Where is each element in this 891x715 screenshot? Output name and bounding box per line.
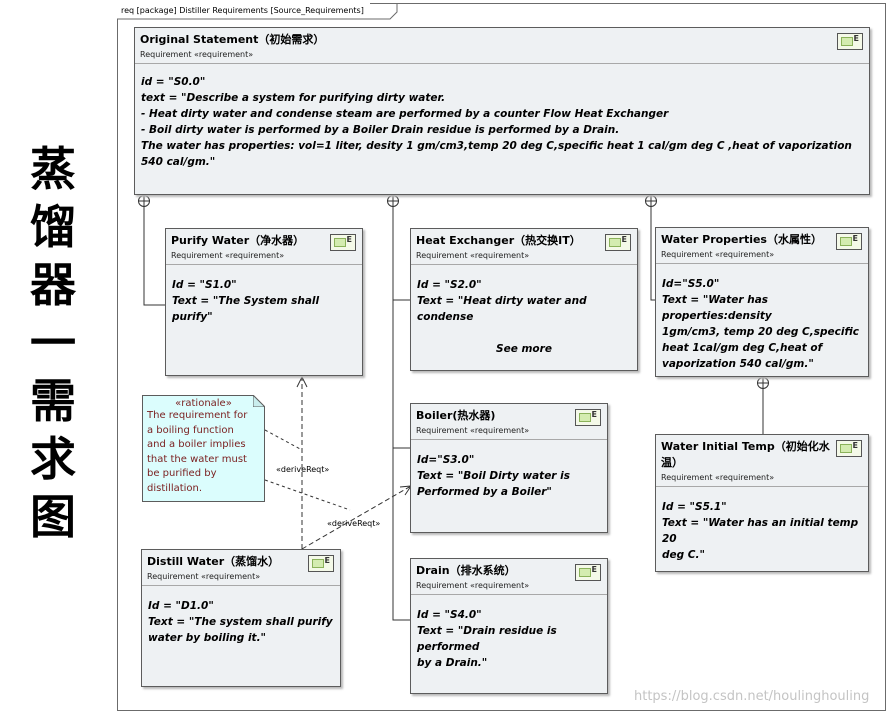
rationale-line: The requirement for xyxy=(147,410,248,421)
requirement-water-initial-temp[interactable]: Water Initial Temp（初始化水 温） Requirement «… xyxy=(655,434,869,572)
requirement-name: Heat Exchanger（热交换IT） xyxy=(416,234,581,247)
requirement-line: Id="S3.0" xyxy=(417,454,475,466)
derive-distill-purify xyxy=(296,375,308,549)
containment-original-purify xyxy=(138,195,166,306)
requirement-name: Water Properties（水属性） xyxy=(661,233,822,246)
requirement-stereotype: Requirement «requirement» xyxy=(416,251,530,260)
requirement-line: heat 1cal/gm deg C,heat of xyxy=(662,342,823,354)
requirement-icon: E xyxy=(836,233,862,250)
requirement-heat-exchanger[interactable]: Heat Exchanger（热交换IT） Requirement «requi… xyxy=(410,228,638,371)
requirement-line: vaporization 540 cal/gm." xyxy=(662,358,814,370)
requirement-body: Id = "S2.0" Text = "Heat dirty water and… xyxy=(411,265,637,359)
requirement-line: Text = "Water has an initial temp 20 xyxy=(662,517,859,545)
derive-reqt-label: «deriveReqt» xyxy=(276,465,330,474)
requirement-body: Id = "S5.1" Text = "Water has an initial… xyxy=(656,487,868,567)
rationale-stereotype: «rationale» xyxy=(175,398,232,409)
requirement-purify-water[interactable]: Purify Water（净水器） Requirement «requireme… xyxy=(165,228,363,376)
requirement-drain[interactable]: Drain（排水系统） Requirement «requirement» E … xyxy=(410,558,608,694)
requirement-header: Original Statement（初始需求） Requirement «re… xyxy=(135,28,869,64)
requirement-line: Id="S5.0" xyxy=(662,278,720,290)
requirement-header: Distill Water（蒸馏水） Requirement «requirem… xyxy=(142,550,340,586)
rationale-line: distillation. xyxy=(147,482,203,494)
requirement-line: by a Drain." xyxy=(417,657,488,669)
requirement-header: Boiler(热水器) Requirement «requirement» E xyxy=(411,404,607,440)
requirement-body: Id="S3.0" Text = "Boil Dirty water is Pe… xyxy=(411,440,607,504)
containment-waterprops-temp xyxy=(757,377,769,434)
requirement-stereotype: Requirement «requirement» xyxy=(661,250,775,259)
requirement-line: water by boiling it." xyxy=(148,632,267,644)
requirement-body: Id = "S1.0" Text = "The System shall pur… xyxy=(166,265,362,329)
requirement-line: Id = "S2.0" xyxy=(417,279,482,291)
requirement-line: - Boil dirty water is performed by a Boi… xyxy=(141,124,620,136)
requirement-stereotype: Requirement «requirement» xyxy=(140,50,254,59)
requirement-icon: E xyxy=(330,234,356,251)
rationale-line: that the water must xyxy=(147,453,247,465)
requirement-line: deg C." xyxy=(662,549,705,561)
requirement-icon: E xyxy=(308,555,334,572)
note-fold-corner xyxy=(253,395,265,407)
watermark: https://blog.csdn.net/houlinghouling xyxy=(634,689,870,704)
requirement-line: - Heat dirty water and condense steam ar… xyxy=(141,108,669,120)
rationale-line: be purified by xyxy=(147,468,217,480)
requirement-body: Id = "D1.0" Text = "The system shall pur… xyxy=(142,586,340,650)
requirement-stereotype: Requirement «requirement» xyxy=(661,473,775,482)
requirement-boiler[interactable]: Boiler(热水器) Requirement «requirement» E … xyxy=(410,403,608,533)
requirement-line: text = "Describe a system for purifying … xyxy=(141,92,446,104)
requirement-stereotype: Requirement «requirement» xyxy=(171,251,285,260)
requirement-line: Text = "The system shall purify xyxy=(148,616,333,628)
requirement-line: The water has properties: vol=1 liter, d… xyxy=(141,140,852,168)
requirement-name-continued: 温） xyxy=(661,456,683,469)
requirement-icon: E xyxy=(575,409,601,426)
requirement-line: id = "S0.0" xyxy=(141,76,206,88)
rationale-line: a boiling function xyxy=(147,424,234,436)
requirement-distill-water[interactable]: Distill Water（蒸馏水） Requirement «requirem… xyxy=(141,549,341,687)
derive-reqt-label: «deriveReqt» xyxy=(327,519,381,528)
requirement-line: Text = "Water has properties:density xyxy=(662,294,772,322)
requirement-icon: E xyxy=(605,234,631,251)
requirement-name: Water Initial Temp（初始化水 xyxy=(661,440,830,453)
requirement-stereotype: Requirement «requirement» xyxy=(416,426,530,435)
requirement-line: Id = "S4.0" xyxy=(417,609,482,621)
requirement-water-properties[interactable]: Water Properties（水属性） Requirement «requi… xyxy=(655,227,869,377)
requirement-line: Id = "S1.0" xyxy=(172,279,237,291)
requirement-icon: E xyxy=(575,564,601,581)
requirement-body: id = "S0.0" text = "Describe a system fo… xyxy=(135,64,869,174)
requirement-line: Text = "Heat dirty water and condense xyxy=(417,295,587,323)
requirement-line: Id = "S5.1" xyxy=(662,501,727,513)
requirement-name: Distill Water（蒸馏水） xyxy=(147,555,280,568)
requirement-header: Drain（排水系统） Requirement «requirement» E xyxy=(411,559,607,595)
requirement-stereotype: Requirement «requirement» xyxy=(416,581,530,590)
requirement-header: Heat Exchanger（热交换IT） Requirement «requi… xyxy=(411,229,637,265)
requirement-body: Id = "S4.0" Text = "Drain residue is per… xyxy=(411,595,607,675)
requirement-header: Water Initial Temp（初始化水 温） Requirement «… xyxy=(656,435,868,487)
requirement-line: Performed by a Boiler" xyxy=(417,486,552,498)
requirement-original-statement[interactable]: Original Statement（初始需求） Requirement «re… xyxy=(134,27,870,195)
requirement-icon: E xyxy=(836,440,862,457)
containment-original-children xyxy=(387,195,411,621)
requirement-header: Purify Water（净水器） Requirement «requireme… xyxy=(166,229,362,265)
requirement-stereotype: Requirement «requirement» xyxy=(147,572,261,581)
rationale-note[interactable]: «rationale» The requirement for a boilin… xyxy=(142,395,265,502)
requirement-line: Id = "D1.0" xyxy=(148,600,214,612)
frame-tab-outline xyxy=(117,3,398,20)
rationale-line: and a boiler implies xyxy=(147,439,246,451)
requirement-line: Text = "Boil Dirty water is xyxy=(417,470,570,482)
requirement-name: Original Statement（初始需求） xyxy=(140,33,325,46)
requirement-line: 1gm/cm3, temp 20 deg C,specific xyxy=(662,326,859,338)
see-more-link[interactable]: See more xyxy=(417,343,631,355)
derive-distill-boiler xyxy=(301,485,412,550)
requirement-body: Id="S5.0" Text = "Water has properties:d… xyxy=(656,264,868,376)
requirement-icon: E xyxy=(837,33,863,50)
requirement-header: Water Properties（水属性） Requirement «requi… xyxy=(656,228,868,264)
requirement-line: Text = "The System shall purify" xyxy=(172,295,320,323)
requirement-line: Text = "Drain residue is performed xyxy=(417,625,557,653)
